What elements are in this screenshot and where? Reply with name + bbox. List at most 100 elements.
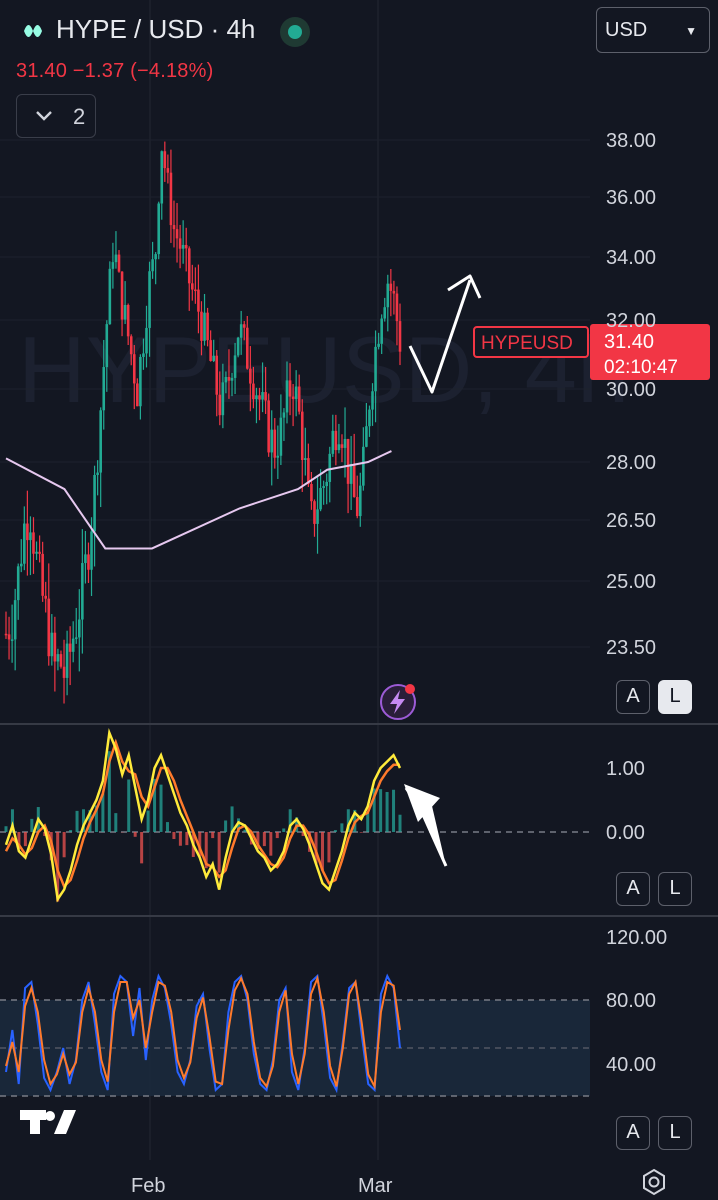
candle-body	[368, 409, 371, 427]
indicator-count: 2	[73, 104, 86, 129]
candle-body	[90, 531, 93, 570]
candle-body	[142, 353, 145, 357]
candle-body	[191, 283, 194, 290]
candle-body	[172, 225, 176, 230]
symbol-title[interactable]: HYPE / USD · 4h	[56, 14, 255, 45]
y-axis-tick-label: 32.00	[606, 310, 656, 332]
oscillator-log-scale-button[interactable]: L	[658, 872, 692, 906]
candle-body	[120, 271, 124, 320]
candle-body	[233, 355, 237, 378]
oscillator-histogram-bar	[23, 832, 27, 847]
y-axis-tick-label: 25.00	[606, 571, 656, 593]
oscillator-histogram-bar	[69, 830, 73, 832]
oscillator-histogram-bar	[172, 832, 176, 840]
chevron-down-icon	[36, 111, 52, 121]
settings-gear-icon[interactable]	[640, 1168, 668, 1196]
candle-body	[4, 633, 8, 636]
y-axis-tick-label: 40.00	[606, 1054, 656, 1076]
candle-body	[74, 637, 78, 639]
indicator-collapse-button[interactable]: 2	[16, 94, 96, 138]
candle-body	[108, 268, 112, 325]
candle-body	[291, 396, 295, 399]
candle-body	[239, 324, 243, 338]
stochastic-log-scale-button[interactable]: L	[658, 1116, 692, 1150]
candle-body	[313, 501, 316, 524]
candle-body	[276, 455, 280, 458]
candle-body	[227, 376, 231, 381]
oscillator-histogram-bar	[217, 832, 221, 873]
oscillator-histogram-bar	[398, 814, 402, 832]
candle-body	[23, 523, 26, 564]
chart-canvas[interactable]: HYPEUSD, 4h HYPEUSD 31.40 02:10:47 38.00…	[0, 0, 718, 1200]
candle-body	[304, 458, 307, 460]
candle-body	[380, 318, 383, 344]
price-log-scale-button[interactable]: L	[658, 680, 692, 714]
oscillator-histogram	[4, 751, 402, 902]
candle-body	[316, 509, 319, 524]
oscillator-arrowhead	[404, 784, 440, 822]
oscillator-main-line	[4, 727, 402, 903]
candle-body	[38, 551, 41, 554]
lightning-event-icon[interactable]	[380, 684, 416, 720]
candle-body	[343, 438, 347, 448]
candle-body	[62, 666, 66, 678]
candle-body	[126, 304, 130, 337]
candle-body	[331, 430, 335, 454]
candle-body	[96, 472, 99, 475]
candle-body	[16, 566, 20, 601]
y-axis-tick-label: 38.00	[606, 130, 656, 152]
x-axis-tick-label: Feb	[131, 1175, 165, 1197]
candle-body	[71, 638, 75, 652]
candle-body	[334, 430, 338, 451]
candle-body	[307, 458, 310, 484]
price-label-countdown: 02:10:47	[604, 357, 678, 378]
y-axis-tick-label: 120.00	[606, 927, 667, 949]
oscillator-auto-scale-button[interactable]: A	[616, 872, 650, 906]
candle-body	[288, 380, 292, 397]
candle-body	[129, 336, 133, 355]
candle-body	[255, 395, 258, 400]
candle-body	[19, 563, 23, 567]
candle-body	[197, 289, 200, 312]
currency-select[interactable]: USD ▼	[596, 7, 710, 53]
candle-body	[218, 394, 222, 416]
candle-body	[282, 412, 286, 418]
candle-body	[249, 368, 252, 384]
candle-body	[258, 395, 261, 400]
candle-body	[209, 340, 212, 361]
candle-body	[35, 551, 38, 554]
candle-body	[294, 386, 298, 399]
y-axis-tick-label: 30.00	[606, 379, 656, 401]
chart-frame: HYPEUSD, 4h HYPEUSD 31.40 02:10:47 38.00…	[0, 0, 718, 1200]
candle-body	[270, 429, 274, 453]
tradingview-logo[interactable]	[20, 1110, 76, 1134]
oscillator-histogram-bar	[379, 789, 383, 832]
candle-body	[123, 304, 127, 320]
candle-body	[194, 289, 197, 292]
market-status-icon[interactable]	[280, 17, 310, 47]
price-auto-scale-button[interactable]: A	[616, 680, 650, 714]
oscillator-histogram-bar	[165, 822, 169, 832]
candle-body	[184, 244, 188, 249]
oscillator-histogram-bar	[178, 832, 182, 846]
oscillator-histogram-bar	[133, 832, 137, 837]
y-axis-labels: 38.00 36.00 34.00 32.00 30.00 28.00 26.50 25.00…	[606, 130, 667, 1076]
candle-body	[166, 168, 170, 173]
stochastic-auto-scale-button[interactable]: A	[616, 1116, 650, 1150]
candle-body	[389, 283, 393, 291]
candle-body	[215, 355, 219, 395]
candle-body	[395, 293, 399, 322]
candle-body	[340, 444, 344, 448]
candle-body	[221, 382, 225, 416]
candle-body	[178, 238, 182, 249]
candle-body	[154, 254, 157, 260]
candle-body	[10, 639, 14, 641]
candle-body	[264, 392, 267, 401]
x-axis-labels: Feb Mar	[131, 1175, 393, 1197]
candle-body	[160, 151, 164, 204]
candle-body	[139, 356, 142, 407]
candle-body	[383, 307, 387, 319]
candle-body	[371, 391, 374, 410]
candle-body	[29, 532, 32, 541]
oscillator-histogram-bar	[114, 813, 118, 832]
